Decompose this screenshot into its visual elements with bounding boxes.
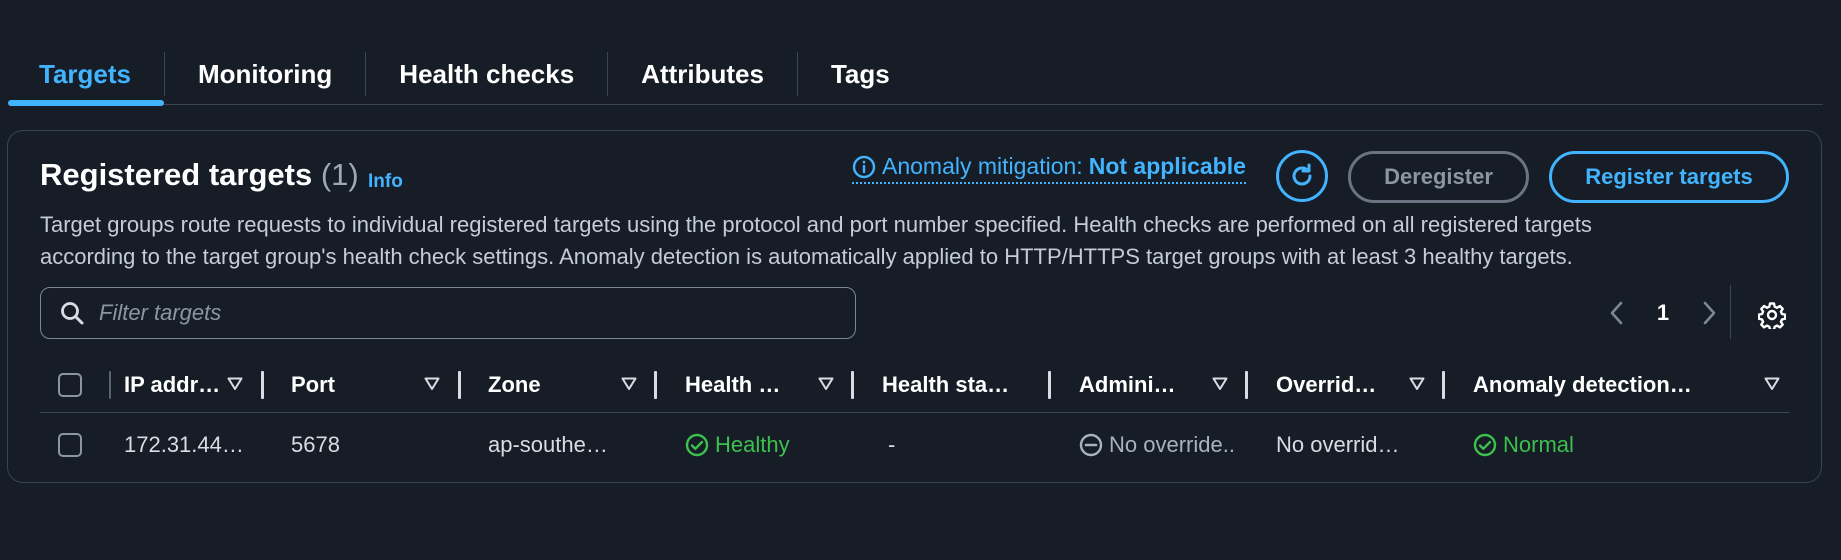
anomaly-mitigation-value: Not applicable xyxy=(1088,153,1246,179)
column-divider[interactable] xyxy=(458,371,461,399)
refresh-icon xyxy=(1292,163,1312,186)
tab-health-checks[interactable]: Health checks xyxy=(366,44,607,104)
column-divider[interactable] xyxy=(654,371,657,399)
info-circle-icon xyxy=(852,155,876,178)
column-header-anomaly-detection[interactable]: Anomaly detection… xyxy=(1473,357,1723,412)
tab-bar: Targets Monitoring Health checks Attribu… xyxy=(8,44,1823,106)
admin-override-text: No override.. xyxy=(1109,432,1235,457)
search-icon xyxy=(61,302,84,325)
cell-ip-address: 172.31.44… xyxy=(124,432,244,457)
target-count: (1) xyxy=(320,157,359,192)
column-header-port[interactable]: Port xyxy=(291,357,411,412)
panel-title: Registered targets (1) xyxy=(40,157,359,193)
anomaly-detection-indicator: Normal xyxy=(1473,432,1574,458)
health-status-text: Healthy xyxy=(715,432,790,457)
row-select-cell xyxy=(58,413,82,477)
column-header-administrative-override[interactable]: Admini… xyxy=(1079,357,1199,412)
column-divider xyxy=(109,371,111,399)
info-link[interactable]: Info xyxy=(368,171,403,193)
pager-divider xyxy=(1730,285,1731,339)
chevron-left-icon xyxy=(1610,301,1623,325)
column-divider[interactable] xyxy=(1048,371,1051,399)
filter-targets-input[interactable] xyxy=(97,299,837,327)
health-status-indicator: Healthy xyxy=(685,432,790,458)
sort-caret-icon[interactable] xyxy=(818,377,834,391)
cell-port: 5678 xyxy=(291,432,340,457)
column-divider[interactable] xyxy=(261,371,264,399)
refresh-button[interactable] xyxy=(1276,150,1328,202)
anomaly-mitigation-link[interactable]: Anomaly mitigation: Not applicable xyxy=(852,153,1246,184)
sort-caret-icon[interactable] xyxy=(1409,377,1425,391)
minus-circle-icon xyxy=(1079,433,1103,457)
deregister-button[interactable]: Deregister xyxy=(1348,151,1529,203)
anomaly-detection-text: Normal xyxy=(1503,432,1574,457)
description-line: Target groups route requests to individu… xyxy=(40,212,1592,237)
panel-title-text: Registered targets xyxy=(40,157,313,192)
column-header-zone[interactable]: Zone xyxy=(488,357,608,412)
sort-caret-icon[interactable] xyxy=(227,377,243,391)
previous-page-button[interactable] xyxy=(1600,291,1634,335)
tab-monitoring[interactable]: Monitoring xyxy=(165,44,365,104)
panel-description: Target groups route requests to individu… xyxy=(40,209,1780,273)
select-all-checkbox[interactable] xyxy=(58,372,82,397)
table-row: 172.31.44… 5678 ap-southe… Healthy - No … xyxy=(40,413,1790,477)
tab-targets[interactable]: Targets xyxy=(8,44,164,106)
row-select-checkbox[interactable] xyxy=(58,433,82,457)
sort-caret-icon[interactable] xyxy=(1212,377,1228,391)
tab-attributes[interactable]: Attributes xyxy=(608,44,797,104)
select-all-cell xyxy=(58,357,82,412)
chevron-right-icon xyxy=(1703,301,1716,325)
sort-caret-icon[interactable] xyxy=(621,377,637,391)
column-header-health-status-details[interactable]: Health sta… xyxy=(882,357,1032,412)
sort-caret-icon[interactable] xyxy=(1764,377,1780,391)
gear-icon xyxy=(1758,302,1786,329)
column-header-override-details[interactable]: Overrid… xyxy=(1276,357,1396,412)
cell-health-status-details: - xyxy=(888,432,896,457)
cell-override-details: No overrid… xyxy=(1276,432,1400,457)
tab-tags[interactable]: Tags xyxy=(798,44,923,104)
admin-override-indicator: No override.. xyxy=(1079,432,1235,458)
filter-box[interactable] xyxy=(40,287,856,339)
table-header: IP addr… Port Zone Health … Health sta… … xyxy=(40,357,1790,413)
table-preferences-button[interactable] xyxy=(1752,295,1792,335)
register-targets-button[interactable]: Register targets xyxy=(1549,151,1789,203)
cell-anomaly-detection: Normal xyxy=(1473,413,1673,477)
cell-health-status: Healthy xyxy=(685,413,845,477)
column-divider[interactable] xyxy=(1245,371,1248,399)
description-line: according to the target group's health c… xyxy=(40,244,1573,269)
sort-caret-icon[interactable] xyxy=(424,377,440,391)
check-circle-icon xyxy=(1473,433,1497,457)
cell-administrative-override: No override.. xyxy=(1079,413,1244,477)
column-header-ip-address[interactable]: IP addr… xyxy=(124,357,244,412)
column-divider[interactable] xyxy=(851,371,854,399)
next-page-button[interactable] xyxy=(1692,291,1726,335)
anomaly-mitigation-label: Anomaly mitigation: xyxy=(882,153,1083,179)
current-page-number[interactable]: 1 xyxy=(1648,291,1678,335)
check-circle-icon xyxy=(685,433,709,457)
column-header-health-status[interactable]: Health … xyxy=(685,357,805,412)
column-divider[interactable] xyxy=(1442,371,1445,399)
cell-zone: ap-southe… xyxy=(488,432,608,457)
registered-targets-panel: Registered targets (1) Info Anomaly miti… xyxy=(7,130,1822,483)
